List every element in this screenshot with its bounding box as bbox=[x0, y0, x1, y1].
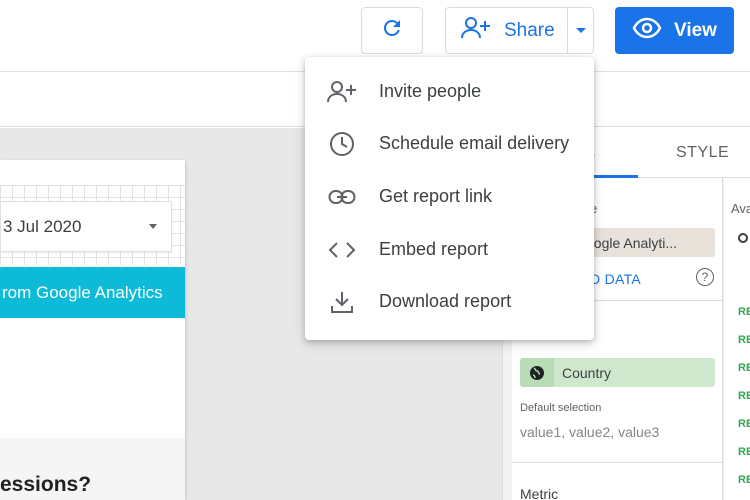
divider bbox=[512, 462, 723, 463]
sessions-heading: essions? bbox=[0, 473, 92, 496]
date-range-control[interactable]: 3 Jul 2020 bbox=[0, 201, 172, 252]
caret-down-icon bbox=[149, 224, 157, 229]
person-add-icon bbox=[460, 15, 492, 46]
dimension-chip-country[interactable]: Country bbox=[520, 358, 715, 387]
banner-text: rom Google Analytics bbox=[2, 282, 163, 302]
menu-item-label: Invite people bbox=[379, 81, 482, 101]
menu-item-invite-people[interactable]: Invite people bbox=[305, 66, 594, 118]
google-analytics-banner[interactable]: rom Google Analytics bbox=[0, 267, 185, 318]
field-tag[interactable]: REC bbox=[738, 306, 750, 318]
view-label: View bbox=[674, 19, 717, 41]
field-tag[interactable]: REC bbox=[738, 390, 750, 402]
view-button[interactable]: View bbox=[615, 7, 734, 54]
globe-icon bbox=[520, 358, 554, 387]
menu-item-download-report[interactable]: Download report bbox=[305, 276, 594, 328]
date-range-value: 3 Jul 2020 bbox=[3, 216, 82, 236]
data-source-name: oogle Analyti... bbox=[586, 234, 678, 251]
menu-item-label: Embed report bbox=[379, 239, 489, 259]
add-data-link[interactable]: D DATA bbox=[590, 271, 641, 287]
field-tag[interactable]: REC bbox=[738, 418, 750, 430]
person-add-icon bbox=[326, 79, 358, 105]
field-tag[interactable]: REC bbox=[738, 362, 750, 374]
code-icon bbox=[326, 237, 358, 263]
help-icon[interactable]: ? bbox=[696, 268, 714, 286]
available-fields-label: Ava bbox=[731, 201, 750, 216]
menu-item-schedule-email[interactable]: Schedule email delivery bbox=[305, 118, 594, 170]
search-icon[interactable] bbox=[738, 233, 748, 243]
default-selection-input[interactable]: value1, value2, value3 bbox=[520, 424, 659, 440]
dimension-name: Country bbox=[562, 364, 612, 381]
field-tag[interactable]: REC bbox=[738, 446, 750, 458]
caret-down-icon bbox=[575, 22, 587, 40]
clock-icon bbox=[326, 131, 358, 157]
refresh-icon bbox=[380, 16, 404, 45]
menu-item-label: Schedule email delivery bbox=[379, 133, 570, 153]
menu-item-label: Download report bbox=[379, 291, 512, 311]
share-label: Share bbox=[504, 19, 555, 41]
eye-icon bbox=[632, 17, 662, 44]
menu-item-embed-report[interactable]: Embed report bbox=[305, 224, 594, 276]
menu-item-label: Get report link bbox=[379, 186, 493, 206]
link-icon bbox=[326, 184, 358, 210]
tab-style[interactable]: STYLE bbox=[676, 144, 729, 162]
default-selection-label: Default selection bbox=[520, 402, 602, 414]
metric-label: Metric bbox=[520, 486, 559, 500]
menu-item-get-report-link[interactable]: Get report link bbox=[305, 171, 594, 223]
field-tag[interactable]: REC bbox=[738, 334, 750, 346]
field-tag[interactable]: REC bbox=[738, 474, 750, 486]
refresh-button[interactable] bbox=[361, 7, 423, 54]
download-icon bbox=[326, 289, 358, 315]
share-button[interactable]: Share bbox=[445, 7, 567, 54]
share-options-toggle[interactable] bbox=[567, 7, 594, 54]
